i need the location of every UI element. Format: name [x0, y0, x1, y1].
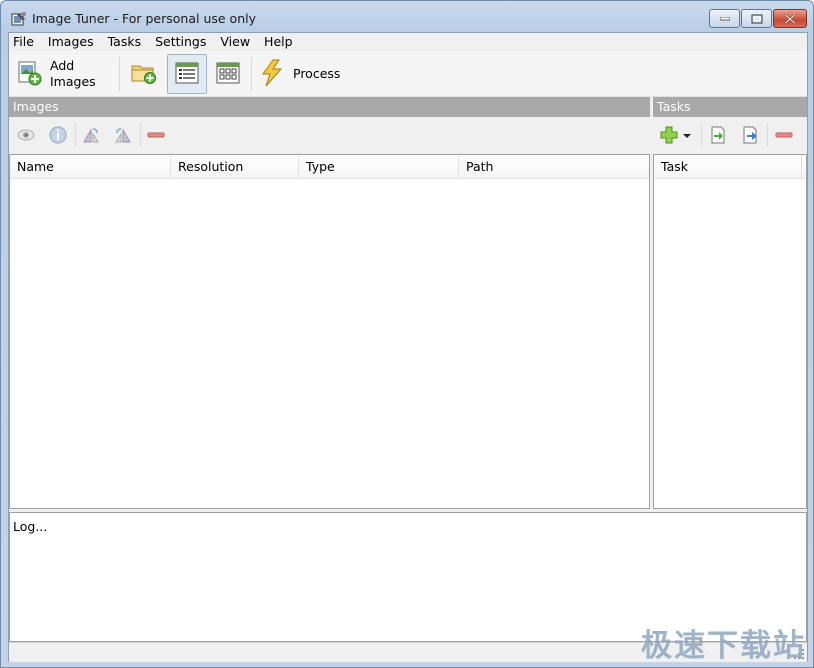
client-area: File Images Tasks Settings View Help Add…: [8, 32, 808, 662]
add-folder-icon: [131, 62, 157, 87]
rotate-left-icon[interactable]: [82, 126, 100, 144]
menu-file[interactable]: File: [9, 33, 41, 51]
list-view-button[interactable]: [167, 54, 207, 94]
remove-task-icon[interactable]: [775, 126, 793, 144]
menu-bar: File Images Tasks Settings View Help: [9, 33, 807, 51]
title-bar[interactable]: Image Tuner - For personal use only: [1, 1, 813, 33]
column-resolution[interactable]: Resolution: [171, 155, 299, 179]
column-path[interactable]: Path: [459, 155, 649, 179]
close-button[interactable]: [773, 9, 807, 28]
images-column-header: Name Resolution Type Path: [10, 155, 649, 179]
add-images-label-line2: Images: [50, 74, 96, 89]
column-task[interactable]: Task: [654, 155, 802, 179]
app-icon: [11, 11, 27, 27]
add-images-label-line1: Add: [50, 58, 75, 73]
add-images-button[interactable]: Add Images: [15, 54, 105, 94]
thumbnail-view-icon: [216, 62, 240, 87]
app-window: Image Tuner - For personal use only File…: [0, 0, 814, 668]
main-toolbar: Add Images Process: [9, 51, 807, 97]
log-text: Log...: [13, 519, 48, 534]
lightning-icon: [259, 59, 285, 90]
process-label: Process: [293, 66, 341, 81]
menu-help[interactable]: Help: [257, 33, 300, 51]
preview-eye-icon[interactable]: [17, 126, 35, 144]
add-images-label: Add Images: [50, 58, 96, 90]
column-type[interactable]: Type: [299, 155, 459, 179]
info-icon[interactable]: [49, 126, 67, 144]
menu-images[interactable]: Images: [41, 33, 101, 51]
export-task-icon[interactable]: [741, 126, 759, 144]
list-view-icon: [175, 62, 199, 87]
window-title: Image Tuner - For personal use only: [32, 11, 256, 26]
remove-image-icon[interactable]: [147, 126, 165, 144]
watermark-text: 极速下载站: [641, 628, 806, 664]
menu-settings[interactable]: Settings: [148, 33, 213, 51]
add-task-icon[interactable]: [660, 126, 678, 144]
import-task-icon[interactable]: [709, 126, 727, 144]
add-image-icon: [18, 60, 42, 89]
minimize-button[interactable]: [709, 9, 740, 28]
tasks-panel-header: Tasks: [653, 97, 807, 117]
rotate-right-icon[interactable]: [114, 126, 132, 144]
menu-view[interactable]: View: [213, 33, 257, 51]
chevron-down-icon[interactable]: [682, 126, 694, 144]
images-list[interactable]: Name Resolution Type Path: [9, 154, 650, 509]
process-button[interactable]: Process: [257, 54, 347, 94]
tasks-toolbar: [653, 117, 807, 153]
add-folder-button[interactable]: [127, 54, 161, 94]
images-panel-header: Images: [9, 97, 650, 117]
tasks-list[interactable]: Task: [653, 154, 807, 509]
column-name[interactable]: Name: [10, 155, 171, 179]
maximize-button[interactable]: [741, 9, 772, 28]
images-toolbar: [9, 117, 650, 153]
menu-tasks[interactable]: Tasks: [101, 33, 149, 51]
thumbnail-view-button[interactable]: [211, 54, 245, 94]
tasks-column-header: Task: [654, 155, 806, 179]
